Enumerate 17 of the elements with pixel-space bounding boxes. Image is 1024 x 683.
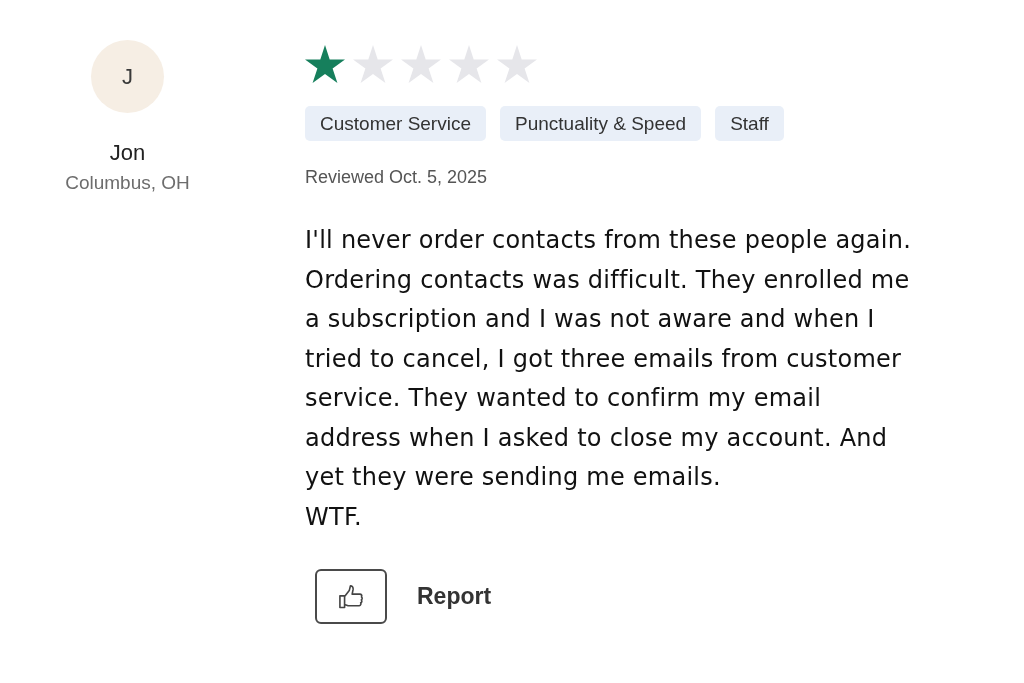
star-icon [449,45,489,83]
category-tag: Customer Service [305,106,486,141]
star-icon [401,45,441,83]
star-icon [305,45,345,83]
review-text: I'll never order contacts from these people again. Ordering contacts was difficult. They enrolled me a subscription and I was not aware and when I tried to cancel, I got three emails from customer service. They wanted to confirm my email address when I asked to close my account. And yet they were sending me emails. [305,225,913,493]
category-tag: Punctuality & Speed [500,106,702,141]
reviewer-location: Columbus, OH [65,171,190,195]
category-tag: Staff [715,106,784,141]
report-link[interactable]: Report [417,583,492,610]
like-button[interactable] [315,569,387,624]
thumbs-up-icon [337,582,365,611]
avatar-circle: J [91,40,164,113]
review-date: Reviewed Oct. 5, 2025 [305,166,488,188]
star-icon [497,45,537,83]
star-icon [353,45,393,83]
reviewer-name: Jon [109,140,146,166]
review-text: WTF. [305,501,363,533]
